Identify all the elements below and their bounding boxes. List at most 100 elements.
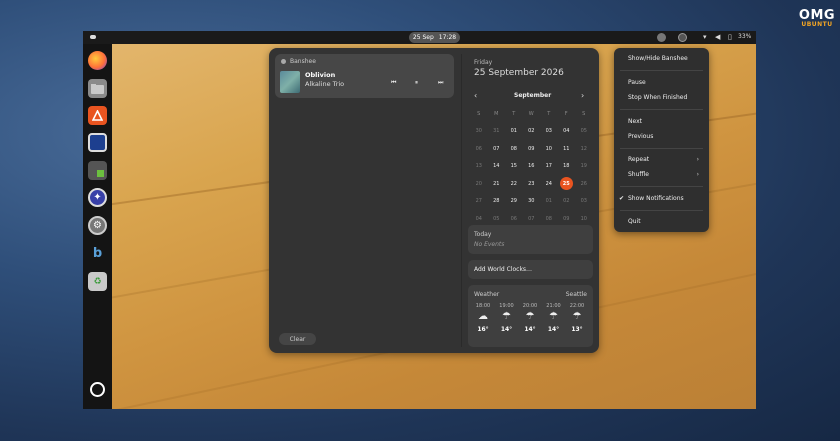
weather-hour: 20:00 ☂ 14° (520, 303, 540, 333)
calendar-day[interactable]: 13 (470, 158, 488, 176)
menu-separator (620, 109, 703, 110)
screen-app-icon[interactable] (88, 133, 107, 152)
compass-icon[interactable]: ✦ (88, 188, 107, 207)
full-date[interactable]: 25 September 2026 (474, 68, 564, 78)
volume-icon[interactable]: ◀ (715, 33, 720, 42)
menu-separator (620, 210, 703, 211)
calendar-day[interactable]: 21 (488, 175, 506, 193)
top-bar: 25 Sep 17:28 ▾ ◀ ▯ 33% (83, 31, 756, 44)
calendar-day[interactable]: 05 (575, 123, 593, 141)
menu-item-stop-when-finished[interactable]: Stop When Finished (628, 94, 687, 101)
menu-item-quit[interactable]: Quit (628, 218, 641, 225)
calendar-day[interactable]: 30 (523, 193, 541, 211)
calendar-day-today[interactable]: 25 (558, 175, 576, 193)
menu-separator (620, 70, 703, 71)
weather-location: Seattle (565, 291, 587, 298)
menu-item-repeat[interactable]: Repeat (628, 156, 649, 163)
menu-item-pause[interactable]: Pause (628, 79, 646, 86)
calendar-weekday-header: T (512, 110, 516, 117)
calendar-weekday-header: F (564, 110, 568, 117)
software-center-icon[interactable] (88, 106, 107, 125)
calendar-day[interactable]: 01 (505, 123, 523, 141)
clock-button[interactable]: 25 Sep 17:28 (409, 32, 460, 43)
calendar-prev-month-button[interactable]: ‹ (474, 91, 477, 100)
menu-separator (620, 148, 703, 149)
extension-indicator[interactable] (678, 33, 687, 42)
battery-icon[interactable]: ▯ (728, 33, 732, 42)
calendar-day[interactable]: 07 (488, 140, 506, 158)
calendar-day[interactable]: 18 (558, 158, 576, 176)
events-section[interactable]: Today No Events (468, 225, 593, 254)
network-icon[interactable]: ▾ (703, 33, 707, 42)
menu-item-show-hide-banshee[interactable]: Show/Hide Banshee (628, 55, 688, 62)
calendar-day[interactable]: 26 (575, 175, 593, 193)
calendar-day[interactable]: 19 (575, 158, 593, 176)
menu-item-previous[interactable]: Previous (628, 133, 653, 140)
desktop-screen: 25 Sep 17:28 ▾ ◀ ▯ 33% ✦ ⚙ b ♻ Banshee O… (83, 31, 756, 409)
media-app-name: Banshee (290, 58, 316, 65)
calendar-day[interactable]: 01 (540, 193, 558, 211)
calendar-day[interactable]: 24 (540, 175, 558, 193)
terminal-app-icon[interactable] (88, 161, 107, 180)
calendar-day[interactable]: 02 (523, 123, 541, 141)
omg-ubuntu-logo: OMG UBUNTU (797, 9, 837, 33)
calendar-day[interactable]: 03 (575, 193, 593, 211)
weather-section[interactable]: Weather Seattle 18:00 ☁ 16° 19:00 ☂ 14° 20:00 ☂… (468, 285, 593, 347)
weather-hour: 22:00 ☂ 13° (567, 303, 587, 333)
settings-icon[interactable]: ⚙ (88, 216, 107, 235)
calendar-day[interactable]: 20 (470, 175, 488, 193)
menu-item-show-notifications[interactable]: Show Notifications (628, 195, 684, 202)
events-title: Today (474, 231, 492, 238)
notification-calendar-panel: Banshee Oblivion Alkaline Trio ⏮ ⏸ ⏭ Cle… (269, 48, 599, 353)
album-art (280, 71, 300, 93)
banshee-icon[interactable]: b (88, 244, 107, 263)
rain-icon: ☂ (572, 311, 582, 322)
calendar-day[interactable]: 15 (505, 158, 523, 176)
calendar-day[interactable]: 03 (540, 123, 558, 141)
media-player-card[interactable]: Banshee Oblivion Alkaline Trio ⏮ ⏸ ⏭ (275, 54, 454, 98)
calendar-day[interactable]: 23 (523, 175, 541, 193)
menu-separator (620, 186, 703, 187)
pause-button[interactable]: ⏸ (415, 79, 418, 87)
calendar-day[interactable]: 28 (488, 193, 506, 211)
calendar-day[interactable]: 17 (540, 158, 558, 176)
clock-time: 17:28 (438, 34, 457, 41)
day-name[interactable]: Friday (474, 59, 492, 66)
rain-icon: ☂ (525, 311, 535, 322)
show-apps-icon[interactable] (90, 382, 105, 397)
calendar-day[interactable]: 04 (558, 123, 576, 141)
firefox-icon[interactable] (88, 51, 107, 70)
calendar-day[interactable]: 14 (488, 158, 506, 176)
repeat-submenu-chevron-icon: › (696, 156, 699, 163)
calendar-day[interactable]: 31 (488, 123, 506, 141)
activities-indicator[interactable] (90, 35, 96, 39)
calendar-weekday-header: S (477, 110, 481, 117)
calendar-weekday-header: S (582, 110, 586, 117)
calendar-day[interactable]: 02 (558, 193, 576, 211)
calendar-day[interactable]: 16 (523, 158, 541, 176)
calendar-day[interactable]: 11 (558, 140, 576, 158)
trash-icon[interactable]: ♻ (88, 272, 107, 291)
calendar-day[interactable]: 09 (523, 140, 541, 158)
previous-track-button[interactable]: ⏮ (391, 79, 396, 87)
files-icon[interactable] (88, 79, 107, 98)
menu-item-next[interactable]: Next (628, 118, 642, 125)
calendar-day[interactable]: 22 (505, 175, 523, 193)
calendar-day[interactable]: 08 (505, 140, 523, 158)
menu-item-shuffle[interactable]: Shuffle (628, 171, 649, 178)
calendar-weekday-header: T (547, 110, 551, 117)
clear-notifications-button[interactable]: Clear (279, 333, 316, 345)
calendar-day[interactable]: 06 (470, 140, 488, 158)
calendar-next-month-button[interactable]: › (581, 91, 584, 100)
calendar-weekday-header: M (494, 110, 499, 117)
calendar-day[interactable]: 10 (540, 140, 558, 158)
partly-cloudy-icon: ☁ (478, 311, 488, 322)
next-track-button[interactable]: ⏭ (438, 79, 443, 87)
banshee-indicator[interactable] (657, 33, 666, 42)
add-world-clocks-button[interactable]: Add World Clocks… (468, 260, 593, 279)
calendar-day[interactable]: 27 (470, 193, 488, 211)
weather-hour-temperature: 16° (477, 326, 489, 333)
calendar-day[interactable]: 12 (575, 140, 593, 158)
calendar-day[interactable]: 30 (470, 123, 488, 141)
calendar-day[interactable]: 29 (505, 193, 523, 211)
